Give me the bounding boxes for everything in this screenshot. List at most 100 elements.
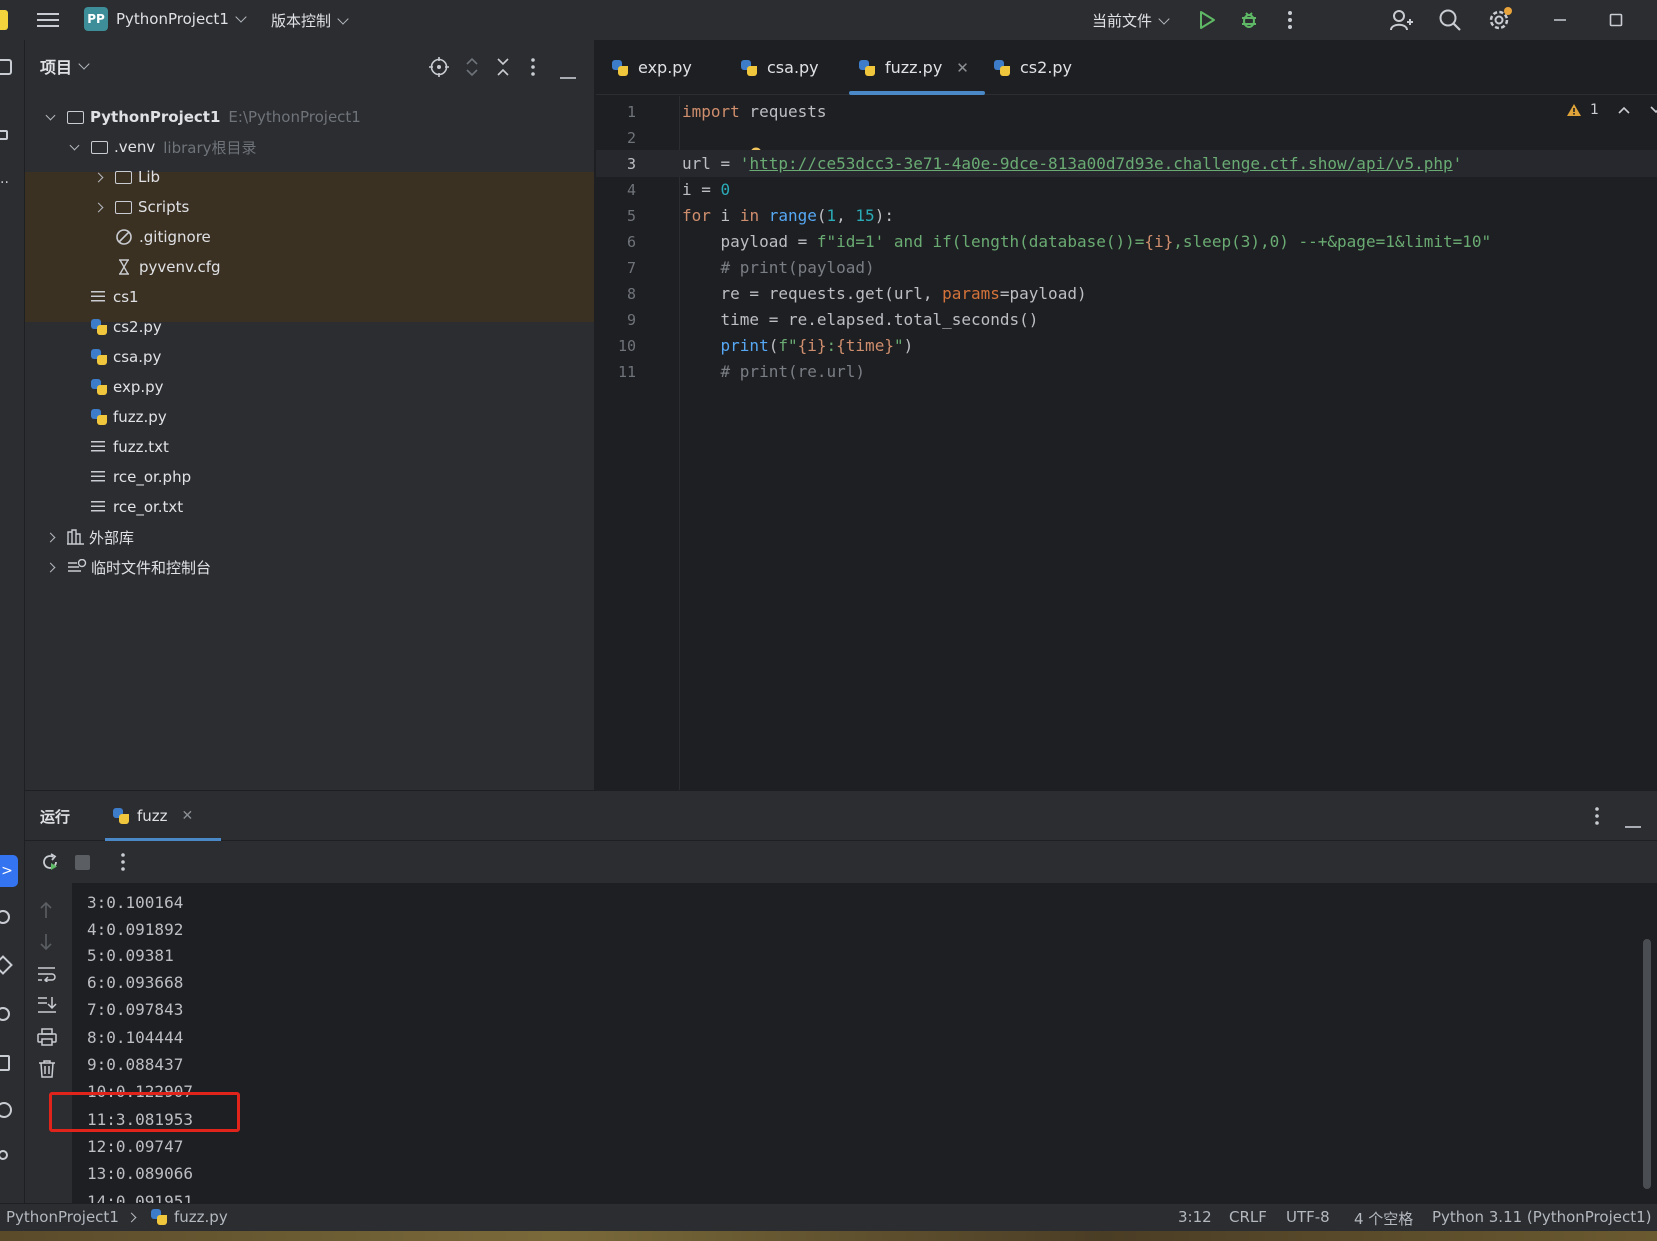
collapse-all-button[interactable] <box>496 57 510 81</box>
more-tools-icon[interactable]: ·· <box>0 175 9 191</box>
problems-icon[interactable] <box>0 1102 12 1118</box>
console-line: 8:0.104444 <box>87 1028 184 1047</box>
code-line[interactable]: 9 time = re.elapsed.total_seconds() <box>596 306 1657 333</box>
tree-file-csa[interactable]: csa.py <box>91 342 161 372</box>
code-token: import <box>682 102 740 121</box>
line-number: 7 <box>626 258 636 277</box>
tree-file-cs2[interactable]: cs2.py <box>91 312 162 342</box>
chevron-down-icon[interactable] <box>78 58 90 70</box>
tree-file-fuzz-txt[interactable]: fuzz.txt <box>91 432 169 462</box>
print-icon[interactable] <box>37 1028 57 1046</box>
tree-file-rce-php[interactable]: rce_or.php <box>91 462 191 492</box>
rerun-icon <box>43 853 57 870</box>
project-tool-icon[interactable] <box>0 59 12 75</box>
folder-icon <box>115 170 132 184</box>
project-name: PythonProject1 <box>116 10 229 28</box>
breadcrumb-project[interactable]: PythonProject1 <box>6 1208 119 1226</box>
stop-button[interactable] <box>75 855 90 870</box>
structure-tool-icon[interactable] <box>0 130 8 140</box>
tree-venv[interactable]: .venv library根目录 <box>67 132 257 162</box>
debug-button[interactable] <box>1238 9 1260 31</box>
trash-icon[interactable] <box>38 1060 56 1078</box>
run-options-button[interactable] <box>1595 807 1599 829</box>
tree-file-exp[interactable]: exp.py <box>91 372 164 402</box>
code-token: ( <box>768 336 779 355</box>
app-logo-icon[interactable] <box>0 10 8 30</box>
code-line[interactable]: 6 payload = f"id=1' and if(length(databa… <box>596 228 1657 255</box>
hide-run-panel-button[interactable] <box>1625 815 1641 833</box>
tree-root[interactable]: PythonProject1 E:\PythonProject1 <box>43 102 361 132</box>
tree-scratches[interactable]: 临时文件和控制台 <box>43 552 211 582</box>
tree-file-rce-txt[interactable]: rce_or.txt <box>91 492 183 522</box>
code-token: {time} <box>836 336 894 355</box>
code-line[interactable]: 1 import requests <box>596 98 1657 125</box>
code-url[interactable]: http://ce53dcc3-3e71-4a0e-9dce-813a00d7d… <box>749 154 1452 173</box>
tab-fuzz-py[interactable]: fuzz.py ✕ <box>849 40 985 95</box>
project-switcher[interactable]: PP PythonProject1 <box>84 7 247 31</box>
soft-wrap-icon[interactable] <box>37 966 57 982</box>
scroll-to-end-icon[interactable] <box>37 996 57 1014</box>
close-icon[interactable]: ✕ <box>956 59 969 77</box>
line-separator[interactable]: CRLF <box>1229 1208 1267 1226</box>
code-line[interactable]: 10 print(f"{i}:{time}") <box>596 332 1657 359</box>
console-output[interactable]: 3:0.100164 4:0.091892 5:0.09381 6:0.0936… <box>72 883 1657 1203</box>
run-more-button[interactable] <box>121 853 125 875</box>
arrow-up-icon[interactable] <box>39 901 53 919</box>
tree-external-libs[interactable]: 外部库 <box>43 522 134 552</box>
terminal-icon[interactable] <box>0 1055 10 1071</box>
tree-scripts[interactable]: Scripts <box>91 192 189 222</box>
vcs-menu[interactable]: 版本控制 <box>271 10 349 31</box>
console-scrollbar[interactable] <box>1643 939 1651 1189</box>
code-token: ( <box>816 206 827 225</box>
panel-options-button[interactable] <box>531 58 535 80</box>
more-actions-button[interactable] <box>1282 8 1298 32</box>
services-icon[interactable] <box>0 1007 10 1021</box>
tree-lib[interactable]: Lib <box>91 162 160 192</box>
search-button[interactable] <box>1438 8 1462 32</box>
main-menu-button[interactable] <box>36 8 60 32</box>
run-config-selector[interactable]: 当前文件 <box>1092 10 1170 31</box>
breadcrumb-file[interactable]: fuzz.py <box>174 1208 228 1226</box>
python-interpreter[interactable]: Python 3.11 (PythonProject1) <box>1432 1208 1652 1226</box>
tree-gitignore[interactable]: .gitignore <box>115 222 211 252</box>
run-button[interactable] <box>1196 9 1218 31</box>
play-icon <box>1200 11 1215 29</box>
locate-file-button[interactable] <box>429 57 449 81</box>
maximize-button[interactable] <box>1606 10 1626 30</box>
console-line: 14:0.091951 <box>87 1192 193 1203</box>
code-line[interactable]: 11 # print(re.url) <box>596 358 1657 385</box>
hide-panel-button[interactable] <box>560 66 576 84</box>
indent-setting[interactable]: 4 个空格 <box>1354 1208 1413 1229</box>
code-line[interactable]: 2 <box>596 124 1657 162</box>
expand-all-button[interactable] <box>465 57 479 81</box>
tree-file-fuzz[interactable]: fuzz.py <box>91 402 167 432</box>
run-tool-icon[interactable]: > <box>0 855 18 887</box>
rerun-button[interactable] <box>40 852 60 876</box>
code-line-current[interactable]: 3 url = 'http://ce53dcc3-3e71-4a0e-9dce-… <box>596 150 1657 177</box>
run-tab-fuzz[interactable]: fuzz ✕ <box>105 791 221 841</box>
code-token: ) <box>903 336 914 355</box>
code-line[interactable]: 7 # print(payload) <box>596 254 1657 281</box>
caret-position[interactable]: 3:12 <box>1178 1208 1212 1226</box>
settings-button[interactable] <box>1487 7 1513 33</box>
project-panel-title[interactable]: 项目 <box>40 54 72 78</box>
add-user-button[interactable] <box>1388 7 1414 33</box>
git-icon[interactable] <box>0 1150 8 1160</box>
layers-icon[interactable] <box>0 955 13 975</box>
code-line[interactable]: 8 re = requests.get(url, params=payload) <box>596 280 1657 307</box>
tab-cs2-py[interactable]: cs2.py <box>994 40 1072 95</box>
tab-exp-py[interactable]: exp.py <box>612 40 692 95</box>
minimize-button[interactable] <box>1550 10 1570 30</box>
tab-csa-py[interactable]: csa.py <box>741 40 819 95</box>
python-packages-icon[interactable] <box>0 910 10 924</box>
python-file-icon <box>859 59 875 76</box>
code-line[interactable]: 4 i = 0 <box>596 176 1657 203</box>
arrow-down-icon[interactable] <box>39 933 53 951</box>
hamburger-icon <box>37 13 59 27</box>
file-encoding[interactable]: UTF-8 <box>1286 1208 1330 1226</box>
run-panel-title[interactable]: 运行 <box>40 806 70 827</box>
tree-pyvenv-cfg[interactable]: pyvenv.cfg <box>115 252 221 282</box>
close-icon[interactable]: ✕ <box>182 808 194 824</box>
tree-file-cs1[interactable]: cs1 <box>91 282 139 312</box>
code-line[interactable]: 5 for i in range(1, 15): <box>596 202 1657 229</box>
